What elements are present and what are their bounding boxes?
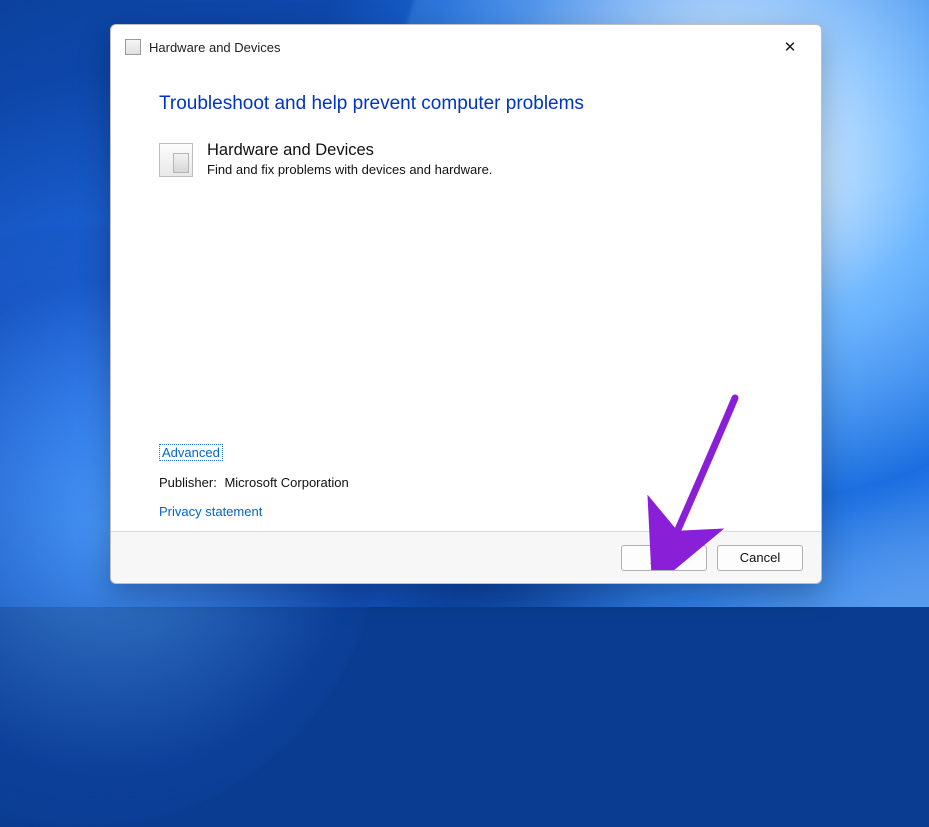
page-heading: Troubleshoot and help prevent computer p…: [159, 93, 781, 115]
publisher-value: Microsoft Corporation: [224, 475, 348, 490]
devices-icon: [159, 143, 193, 177]
close-button[interactable]: ✕: [767, 32, 813, 62]
troubleshooter-dialog: Hardware and Devices ✕ Troubleshoot and …: [110, 24, 822, 584]
advanced-link[interactable]: Advanced: [159, 444, 223, 461]
item-title: Hardware and Devices: [207, 141, 492, 160]
item-description: Find and fix problems with devices and h…: [207, 162, 492, 177]
privacy-statement-link[interactable]: Privacy statement: [159, 504, 262, 519]
bottom-links: Advanced Publisher: Microsoft Corporatio…: [159, 444, 349, 519]
dialog-content: Troubleshoot and help prevent computer p…: [111, 69, 821, 531]
window-title: Hardware and Devices: [149, 40, 281, 55]
troubleshooter-item: Hardware and Devices Find and fix proble…: [159, 141, 781, 177]
cancel-button[interactable]: Cancel: [717, 545, 803, 571]
button-bar: Next Cancel: [111, 531, 821, 583]
titlebar: Hardware and Devices ✕: [111, 25, 821, 69]
publisher-row: Publisher: Microsoft Corporation: [159, 475, 349, 490]
app-icon: [125, 39, 141, 55]
publisher-label: Publisher:: [159, 475, 217, 490]
next-button[interactable]: Next: [621, 545, 707, 571]
close-icon: ✕: [784, 40, 797, 55]
